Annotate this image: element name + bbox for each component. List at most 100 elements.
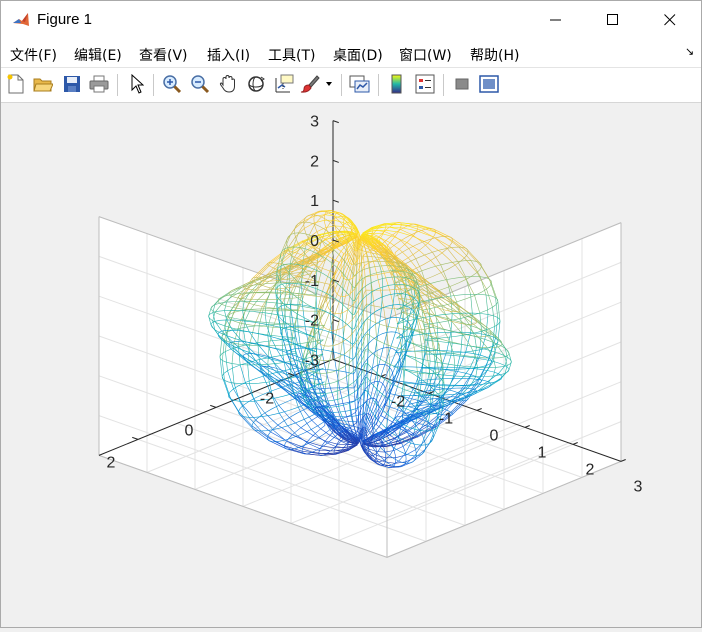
save-disk-icon [63, 75, 81, 93]
mesh-edge [315, 217, 322, 224]
colorbar-button[interactable] [386, 73, 408, 95]
mesh-edge [354, 288, 355, 304]
z-tick-label: -1 [305, 273, 319, 290]
printer-icon [89, 75, 109, 93]
mesh-edge [429, 229, 445, 237]
mesh-edge [419, 250, 431, 260]
close-button[interactable] [647, 1, 693, 39]
hand-pan-icon [218, 74, 238, 94]
menu-view[interactable]: 查看(V) [139, 45, 188, 65]
figure-window: Figure 1 文件(F) 编辑(E) 查看(V) 插入(I) 工具(T) 桌… [0, 0, 702, 628]
y-tick-label: 0 [185, 422, 194, 439]
menu-help[interactable]: 帮助(H) [470, 45, 519, 65]
zoom-out-button[interactable] [189, 73, 211, 95]
data-tip-icon [274, 74, 294, 94]
tick-mark [333, 121, 339, 123]
title-bar[interactable]: Figure 1 [1, 1, 701, 39]
x-tick-label: 2 [586, 461, 595, 478]
x-tick-label: 3 [634, 478, 643, 495]
mesh-edge [418, 227, 436, 232]
mesh-edge [363, 256, 364, 266]
mesh-edge [394, 285, 395, 294]
menu-insert[interactable]: 插入(I) [207, 45, 250, 65]
figure-toolbar [1, 67, 701, 103]
mesh-edge [321, 283, 325, 297]
minimize-icon [550, 14, 562, 26]
axes-box [99, 121, 621, 558]
hide-plot-tools-icon [454, 76, 470, 92]
mesh-edge [411, 289, 413, 300]
menu-file[interactable]: 文件(F) [10, 45, 57, 65]
x-tick-label: -2 [391, 393, 405, 410]
mesh-edge [305, 235, 309, 249]
open-folder-icon [33, 75, 53, 93]
open-file-button[interactable] [32, 73, 54, 95]
new-figure-button[interactable] [5, 73, 27, 95]
show-plot-tools-button[interactable] [478, 73, 500, 95]
menu-tools[interactable]: 工具(T) [268, 45, 315, 65]
z-tick-label: -2 [305, 313, 319, 330]
mesh-edge [431, 260, 442, 272]
mesh-edge [343, 274, 344, 289]
link-plot-button[interactable] [349, 73, 371, 95]
maximize-button[interactable] [590, 1, 636, 39]
zoom-in-button[interactable] [161, 73, 183, 95]
menu-window[interactable]: 窗口(W) [399, 45, 452, 65]
toolbar-separator [153, 74, 154, 96]
mesh-edge [471, 261, 480, 277]
matlab-logo-icon [11, 10, 31, 30]
mesh-edge [362, 247, 363, 255]
tick-mark [333, 200, 339, 202]
z-tick-label: 3 [310, 114, 319, 131]
pan-button[interactable] [217, 73, 239, 95]
mesh-edge [378, 261, 380, 266]
z-tick-label: -3 [305, 352, 319, 369]
mesh-edge [384, 273, 389, 290]
toolbar-separator [443, 74, 444, 96]
mesh-edge [434, 229, 451, 237]
figure-canvas: -3-2-10123-2-10123-202 [1, 102, 701, 627]
mesh-edge [330, 263, 331, 278]
menu-desktop[interactable]: 桌面(D) [333, 45, 383, 65]
close-icon [664, 14, 676, 26]
mesh-edge [314, 220, 324, 223]
z-tick-label: 2 [310, 153, 319, 170]
mesh-edge [385, 230, 399, 232]
mesh-edge [321, 261, 325, 271]
mesh-edge [435, 238, 447, 248]
tick-mark [621, 459, 626, 461]
rotate-3d-button[interactable] [245, 73, 267, 95]
mesh-edge [381, 272, 382, 279]
save-figure-button[interactable] [61, 73, 83, 95]
x-tick-label: -1 [439, 410, 453, 427]
toolbar-separator [117, 74, 118, 96]
x-tick-label: 0 [490, 427, 499, 444]
minimize-button[interactable] [533, 1, 579, 39]
mesh-edge [393, 294, 395, 305]
data-cursor-button[interactable] [273, 73, 295, 95]
mesh-edge [458, 261, 466, 276]
zoom-in-icon [162, 74, 182, 94]
hide-plot-tools-button[interactable] [451, 73, 473, 95]
mesh-edge [305, 215, 313, 222]
mesh-edge [413, 236, 428, 243]
mesh-edge [416, 259, 422, 271]
mesh-edge [366, 290, 367, 304]
mesh-edge [417, 231, 434, 237]
brush-dropdown-button[interactable] [323, 73, 335, 95]
menubar-overflow-arrow-icon[interactable]: ↘ [685, 45, 694, 58]
mesh-edge [390, 243, 399, 250]
colorbar-icon [389, 74, 405, 94]
mesh-edge [365, 277, 366, 290]
axes-3d[interactable]: -3-2-10123-2-10123-202 [1, 102, 701, 627]
mesh-edge [401, 230, 412, 235]
edit-plot-button[interactable] [126, 73, 148, 95]
legend-icon [415, 74, 435, 94]
mesh-edge [347, 264, 352, 280]
legend-button[interactable] [414, 73, 436, 95]
window-title: Figure 1 [37, 11, 92, 28]
print-figure-button[interactable] [88, 73, 110, 95]
show-plot-tools-icon [479, 75, 499, 93]
menu-edit[interactable]: 编辑(E) [74, 45, 122, 65]
brush-button[interactable] [299, 73, 321, 95]
